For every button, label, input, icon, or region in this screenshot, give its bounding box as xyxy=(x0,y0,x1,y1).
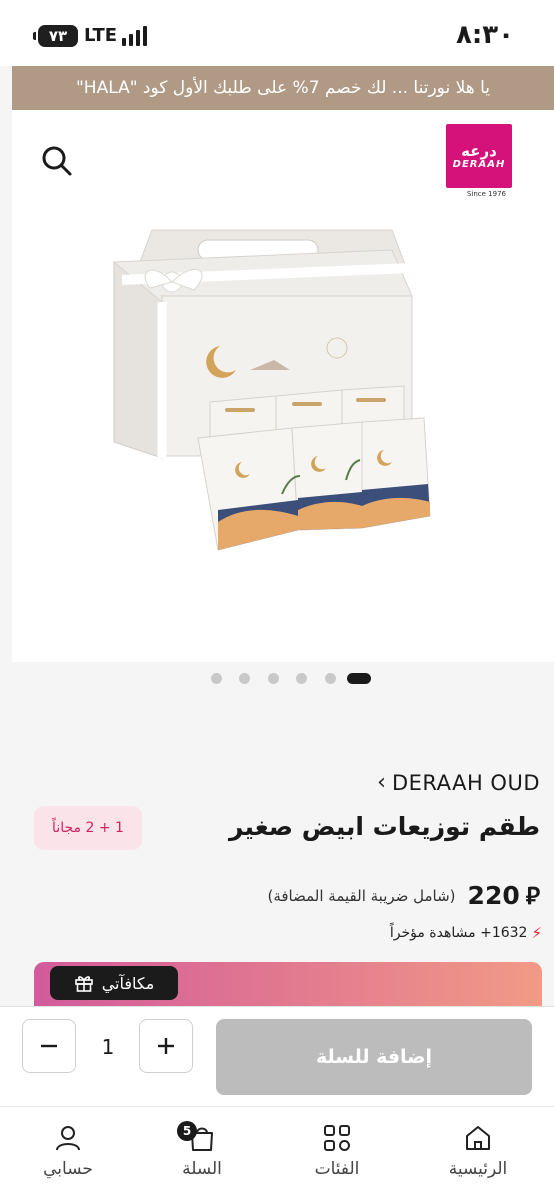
nav-account-label: حسابي xyxy=(43,1159,93,1179)
user-icon xyxy=(56,1126,80,1151)
nav-categories-label: الفئات xyxy=(314,1159,360,1179)
logo-english-text: DERAAH xyxy=(452,158,506,170)
product-image-gallery[interactable] xyxy=(12,210,554,662)
rewards-card[interactable]: مكافآتي xyxy=(34,962,542,1012)
increase-quantity-button[interactable] xyxy=(139,1019,193,1073)
promo-banner[interactable]: يا هلا نورتنا ... لك خصم 7% على طلبك الأ… xyxy=(12,66,554,110)
add-to-cart-button[interactable]: إضافة للسلة xyxy=(216,1019,532,1095)
pagination-dot[interactable] xyxy=(211,673,222,684)
brand-link[interactable]: ‹ DERAAH OUD xyxy=(377,770,540,795)
nav-home[interactable]: الرئيسية xyxy=(433,1123,523,1193)
site-header: درعه DERAAH Since 1976 xyxy=(12,110,554,210)
cart-count-badge: 5 xyxy=(177,1121,197,1141)
chevron-left-icon: ‹ xyxy=(377,770,386,795)
nav-account[interactable]: حسابي xyxy=(23,1123,113,1193)
product-title: طقم توزيعات ابيض صغير xyxy=(228,812,540,841)
search-button[interactable] xyxy=(40,144,74,178)
lightning-icon: ⚡ xyxy=(531,924,542,942)
home-icon xyxy=(466,1126,490,1150)
quantity-value[interactable]: 1 xyxy=(80,1035,136,1059)
gallery-pagination xyxy=(0,671,554,685)
minus-icon xyxy=(41,1044,57,1048)
pagination-dot[interactable] xyxy=(239,673,250,684)
rewards-label: مكافآتي xyxy=(101,973,155,993)
nav-categories[interactable]: الفئات xyxy=(292,1123,382,1193)
rewards-tag[interactable]: مكافآتي xyxy=(50,966,178,1000)
recent-views: ⚡ 1632+ مشاهدة مؤخراً xyxy=(390,924,542,942)
nav-cart[interactable]: 5 السلة xyxy=(157,1121,247,1193)
offer-badge: 1 + 2 مجاناً xyxy=(34,806,142,850)
saudi-riyal-icon: ⃁ xyxy=(525,882,540,910)
nav-cart-label: السلة xyxy=(182,1159,222,1179)
vat-note: (شامل ضريبة القيمة المضافة) xyxy=(267,886,456,905)
product-page: ٨:٣٠ ٧٣ LTE يا هلا نورتنا ... لك خصم 7% … xyxy=(0,0,554,1200)
plus-icon xyxy=(158,1038,174,1054)
logo-arabic-text: درعه xyxy=(461,141,497,160)
brand-logo[interactable]: درعه DERAAH xyxy=(446,124,512,188)
pagination-dot[interactable] xyxy=(268,673,279,684)
product-price: 220 ⃁ xyxy=(468,880,540,911)
status-time: ٨:٣٠ xyxy=(455,20,514,50)
bottom-navigation: الرئيسية الفئات 5 السلة حسابي xyxy=(0,1106,554,1200)
recent-views-text: 1632+ مشاهدة مؤخراً xyxy=(389,925,528,941)
decrease-quantity-button[interactable] xyxy=(22,1019,76,1073)
price-row: 220 ⃁ (شامل ضريبة القيمة المضافة) xyxy=(267,880,540,911)
signal-icon xyxy=(122,26,147,46)
pagination-dot-active[interactable] xyxy=(347,673,371,684)
gift-icon xyxy=(74,976,93,992)
network-type: LTE xyxy=(84,25,118,46)
pagination-dot[interactable] xyxy=(296,673,307,684)
add-to-cart-bar: 1 إضافة للسلة xyxy=(0,1006,554,1106)
search-icon xyxy=(42,146,72,176)
pagination-dot[interactable] xyxy=(325,673,336,684)
logo-since-text: Since 1976 xyxy=(466,190,506,198)
status-bar: ٨:٣٠ ٧٣ LTE xyxy=(0,0,554,66)
categories-icon xyxy=(324,1125,350,1151)
battery-icon: ٧٣ xyxy=(33,25,78,47)
nav-home-label: الرئيسية xyxy=(448,1159,508,1179)
price-value: 220 xyxy=(467,881,520,910)
brand-name: DERAAH OUD xyxy=(391,770,540,795)
product-image xyxy=(112,229,431,551)
